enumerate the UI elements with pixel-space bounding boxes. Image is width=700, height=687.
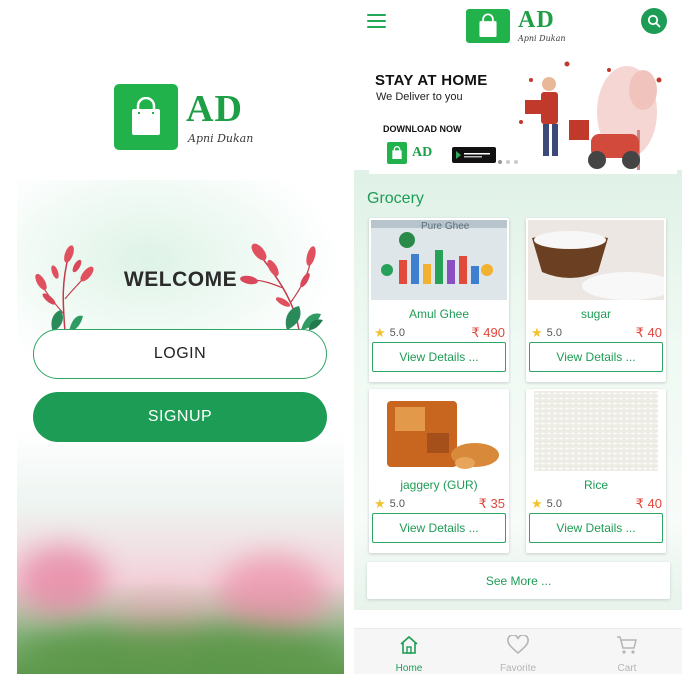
product-rating: ★ 5.0 — [374, 496, 405, 511]
nav-label: Favorite — [499, 663, 537, 674]
screenshot-stage: AD Apni Dukan WELCOME LOGIN SIGNUP AD Ap… — [0, 0, 700, 687]
flower-decoration-icon — [240, 243, 323, 331]
section-title-grocery: Grocery — [367, 190, 424, 207]
view-details-button[interactable]: View Details ... — [372, 342, 506, 372]
product-card[interactable]: sugar ★ 5.0 ₹ 40 View Details ... — [526, 218, 666, 382]
shopping-bag-icon — [466, 8, 510, 43]
nav-label: Cart — [617, 663, 637, 674]
pure-ghee-text: Pure Ghee — [421, 221, 470, 232]
product-name: sugar — [580, 307, 612, 321]
shopping-bag-icon — [114, 84, 178, 150]
logo-ad: AD — [518, 7, 555, 33]
view-details-button[interactable]: View Details ... — [529, 342, 663, 372]
view-details-button[interactable]: View Details ... — [372, 513, 506, 543]
product-price: ₹ 40 — [635, 496, 662, 511]
home-screen: AD Apni Dukan STAY AT HOME We Deliver to… — [354, 0, 682, 674]
logo-ad: AD — [186, 87, 243, 130]
product-rating: ★ 5.0 — [531, 496, 562, 511]
see-more-button[interactable]: See More ... — [367, 562, 670, 599]
product-price: ₹ 490 — [471, 325, 505, 340]
banner-headline: STAY AT HOME — [375, 72, 488, 89]
cart-icon — [617, 636, 637, 654]
nav-label: Home — [395, 663, 423, 674]
app-logo: AD Apni Dukan — [114, 84, 253, 150]
product-card[interactable]: Rice ★ 5.0 ₹ 40 View Details ... — [526, 389, 666, 553]
heart-icon — [507, 635, 529, 655]
product-price: ₹ 40 — [635, 325, 662, 340]
nav-home[interactable]: Home — [369, 635, 449, 674]
logo-subtitle: Apni Dukan — [188, 131, 254, 145]
search-icon — [647, 14, 661, 28]
banner-cta: DOWNLOAD NOW — [383, 124, 462, 134]
star-icon: ★ — [531, 496, 543, 511]
product-price: ₹ 35 — [478, 496, 505, 511]
product-image — [528, 391, 664, 471]
product-name: jaggery (GUR) — [400, 478, 478, 492]
banner-logo: AD — [387, 142, 432, 164]
product-name: Rice — [583, 478, 608, 492]
product-card[interactable]: Pure Ghee Amul Ghee ★ 5.0 ₹ 490 View Deta… — [369, 218, 509, 382]
delivery-illustration-icon — [519, 61, 662, 170]
flower-blur — [217, 555, 327, 635]
shopping-bag-icon — [387, 142, 407, 164]
promo-banner[interactable]: STAY AT HOME We Deliver to you DOWNLOAD … — [369, 50, 677, 174]
google-play-badge-icon[interactable] — [452, 147, 496, 163]
menu-icon[interactable] — [367, 14, 386, 28]
banner-logo-ad: AD — [412, 145, 433, 160]
search-button[interactable] — [641, 8, 667, 34]
nav-cart[interactable]: Cart — [587, 635, 667, 674]
banner-subline: We Deliver to you — [376, 91, 463, 103]
star-icon: ★ — [374, 496, 386, 511]
product-image — [528, 220, 664, 300]
star-icon: ★ — [374, 325, 386, 340]
signup-button[interactable]: SIGNUP — [33, 392, 327, 442]
star-icon: ★ — [531, 325, 543, 340]
product-image — [371, 391, 507, 471]
product-rating: ★ 5.0 — [531, 325, 562, 340]
product-card[interactable]: jaggery (GUR) ★ 5.0 ₹ 35 View Details ... — [369, 389, 509, 553]
product-name: Amul Ghee — [408, 307, 470, 321]
view-details-button[interactable]: View Details ... — [529, 513, 663, 543]
login-button[interactable]: LOGIN — [33, 329, 327, 379]
nav-favorite[interactable]: Favorite — [478, 635, 558, 674]
logo-subtitle: Apni Dukan — [518, 34, 566, 43]
bottom-navigation: Home Favorite Cart — [354, 628, 682, 674]
product-rating: ★ 5.0 — [374, 325, 405, 340]
login-screen: AD Apni Dukan WELCOME LOGIN SIGNUP — [17, 0, 344, 674]
header-logo: AD Apni Dukan — [466, 8, 566, 43]
home-icon — [400, 635, 418, 654]
flower-blur — [17, 545, 107, 615]
product-image: Pure Ghee — [371, 220, 507, 300]
